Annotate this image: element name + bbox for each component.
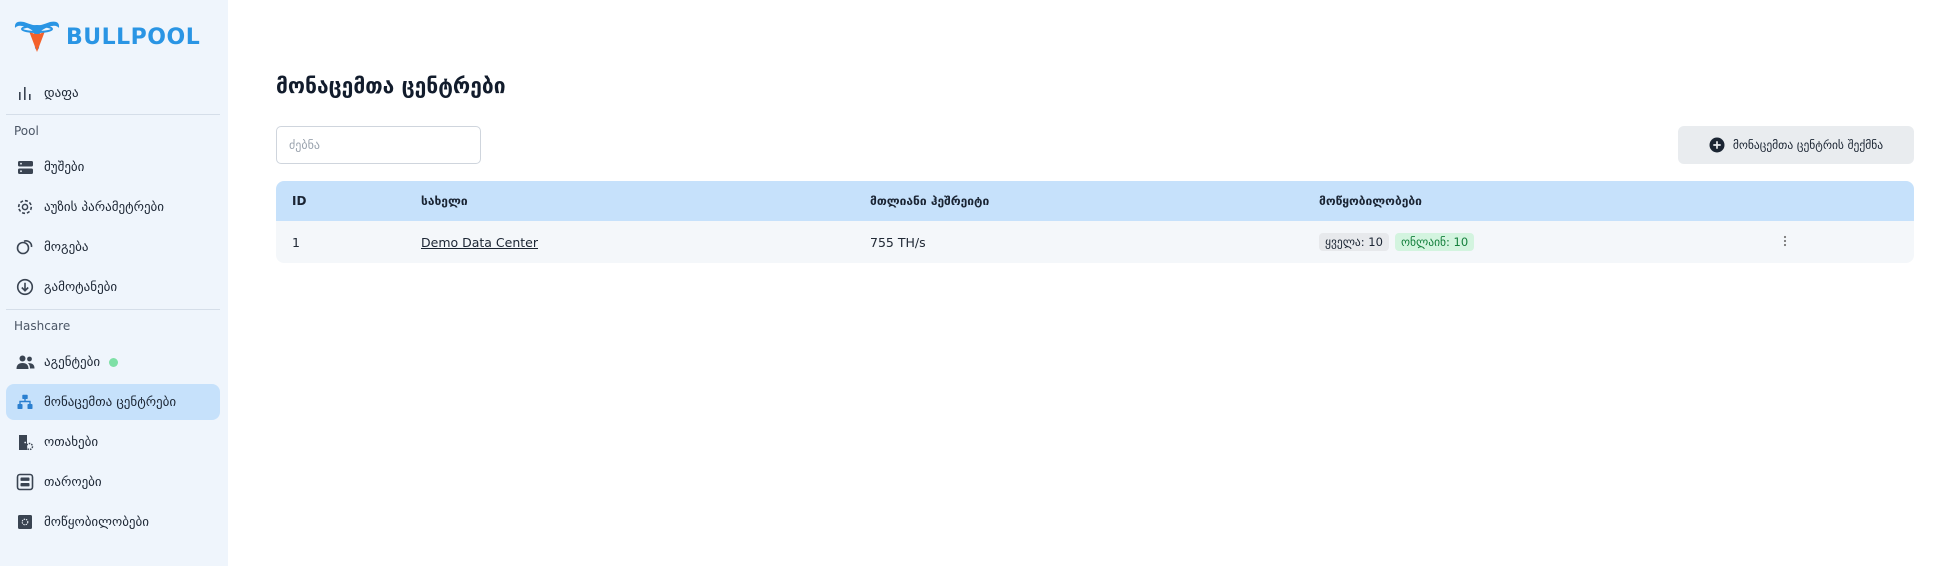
- data-center-name-link[interactable]: Demo Data Center: [421, 235, 538, 250]
- users-icon: [14, 351, 36, 373]
- app: BULLPOOL დაფა Pool მუშები აუზის პარამეტრ…: [0, 0, 1942, 566]
- logo[interactable]: BULLPOOL: [12, 18, 228, 56]
- table-row[interactable]: 1 Demo Data Center 755 TH/s ყველა: 10 ონლ…: [276, 221, 1914, 263]
- page-title: მონაცემთა ცენტრები: [276, 74, 506, 98]
- room-icon: [14, 431, 36, 453]
- devices-all-badge: ყველა: 10: [1319, 233, 1389, 251]
- divider: [6, 114, 220, 115]
- sidebar-item-label: მუშები: [44, 159, 85, 175]
- bar-chart-icon: [14, 82, 36, 104]
- column-header-hashrate[interactable]: მთლიანი ჰეშრეიტი: [870, 194, 989, 208]
- sidebar-item-devices[interactable]: მოწყობილობები: [6, 504, 220, 540]
- create-data-center-button[interactable]: მონაცემთა ცენტრის შექმნა: [1678, 126, 1914, 164]
- sidebar-item-label: მოწყობილობები: [44, 514, 149, 530]
- sidebar-item-label: დაფა: [44, 85, 79, 101]
- sidebar-item-label: გამოტანები: [44, 279, 118, 295]
- main-content: მონაცემთა ცენტრები მონაცემთა ცენტრის შექ…: [228, 0, 1942, 566]
- sitemap-icon: [14, 391, 36, 413]
- table-header: ID სახელი მთლიანი ჰეშრეიტი მოწყობილობები: [276, 181, 1914, 221]
- cell-id: 1: [292, 234, 300, 250]
- divider: [6, 309, 220, 310]
- bull-logo-icon: [14, 21, 60, 52]
- withdraw-icon: [14, 276, 36, 298]
- sidebar-item-label: მონაცემთა ცენტრები: [44, 394, 177, 410]
- sidebar-item-dashboard[interactable]: დაფა: [6, 75, 220, 111]
- server-icon: [14, 156, 36, 178]
- plus-circle-icon: [1709, 137, 1725, 153]
- cell-hashrate: 755 TH/s: [870, 234, 926, 250]
- gear-icon: [14, 196, 36, 218]
- sidebar-item-pool-settings[interactable]: აუზის პარამეტრები: [6, 189, 220, 225]
- devices-online-badge: ონლაინ: 10: [1394, 233, 1475, 251]
- cell-devices: ყველა: 10 ონლაინ: 10: [1319, 233, 1480, 251]
- section-label-hashcare: Hashcare: [14, 319, 71, 333]
- data-centers-table: ID სახელი მთლიანი ჰეშრეიტი მოწყობილობები…: [276, 181, 1914, 263]
- sidebar-item-label: ოთახები: [44, 434, 99, 450]
- row-menu-icon[interactable]: [1783, 235, 1787, 250]
- sidebar-item-workers[interactable]: მუშები: [6, 149, 220, 185]
- sidebar-item-label: აგენტები: [44, 354, 101, 370]
- create-button-label: მონაცემთა ცენტრის შექმნა: [1732, 138, 1884, 152]
- sidebar-item-label: აუზის პარამეტრები: [44, 199, 165, 215]
- sidebar-item-withdrawals[interactable]: გამოტანები: [6, 269, 220, 305]
- sidebar-item-racks[interactable]: თაროები: [6, 464, 220, 500]
- device-icon: [14, 511, 36, 533]
- column-header-id[interactable]: ID: [292, 194, 306, 208]
- search-input[interactable]: [276, 126, 481, 164]
- sidebar-item-profit[interactable]: მოგება: [6, 229, 220, 265]
- sidebar: BULLPOOL დაფა Pool მუშები აუზის პარამეტრ…: [0, 0, 228, 566]
- sidebar-item-label: თაროები: [44, 474, 102, 490]
- column-header-devices[interactable]: მოწყობილობები: [1319, 194, 1422, 208]
- coins-icon: [14, 236, 36, 258]
- sidebar-item-rooms[interactable]: ოთახები: [6, 424, 220, 460]
- sidebar-item-agents[interactable]: აგენტები: [6, 344, 220, 380]
- brand-name: BULLPOOL: [66, 24, 201, 50]
- sidebar-item-data-centers[interactable]: მონაცემთა ცენტრები: [6, 384, 220, 420]
- sidebar-item-label: მოგება: [44, 239, 89, 255]
- rack-icon: [14, 471, 36, 493]
- section-label-pool: Pool: [14, 124, 39, 138]
- status-dot: [109, 357, 119, 367]
- column-header-name[interactable]: სახელი: [421, 194, 468, 208]
